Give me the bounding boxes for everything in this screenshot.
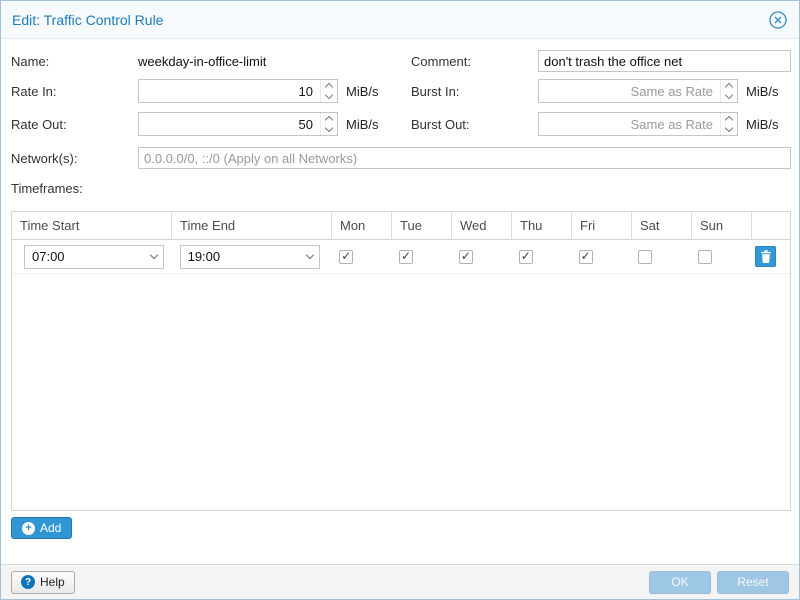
day-cell-tue	[391, 240, 451, 273]
add-button-label: Add	[40, 521, 61, 535]
burst-out-unit: MiB/s	[746, 117, 779, 132]
spinner-down-icon[interactable]	[721, 124, 737, 135]
timeframes-label: Timeframes:	[11, 181, 83, 196]
close-icon	[768, 10, 788, 30]
ok-button[interactable]: OK	[649, 571, 711, 594]
spinner-up-icon[interactable]	[321, 80, 337, 91]
day-cell-wed	[451, 240, 511, 273]
checkbox-sun[interactable]	[698, 250, 712, 264]
burst-in-input[interactable]	[539, 80, 720, 102]
reset-button-label: Reset	[737, 575, 768, 589]
spinner-down-icon[interactable]	[321, 124, 337, 135]
burst-out-input[interactable]	[539, 113, 720, 135]
rate-in-unit: MiB/s	[346, 84, 379, 99]
day-cell-fri	[571, 240, 631, 273]
day-cell-thu	[511, 240, 571, 273]
rate-out-input[interactable]	[139, 113, 320, 135]
dialog-footer: Help OK Reset	[1, 564, 799, 599]
rate-in-spin-buttons	[320, 80, 337, 102]
checkbox-thu[interactable]	[519, 250, 533, 264]
rate-out-spinner	[138, 112, 338, 136]
question-circle-icon	[21, 575, 35, 589]
checkbox-sat[interactable]	[638, 250, 652, 264]
column-header-fri: Fri	[572, 212, 632, 239]
spinner-up-icon[interactable]	[721, 80, 737, 91]
column-header-actions	[752, 212, 790, 239]
burst-out-spinner	[538, 112, 738, 136]
ok-button-label: OK	[671, 575, 688, 589]
time-end-cell: 19:00	[172, 240, 332, 273]
checkbox-tue[interactable]	[399, 250, 413, 264]
edit-traffic-control-rule-dialog: Edit: Traffic Control Rule Name: weekday…	[0, 0, 800, 600]
name-label: Name:	[11, 54, 49, 69]
burst-out-spin-buttons	[720, 113, 737, 135]
dialog-content: Name: weekday-in-office-limit Comment: R…	[1, 39, 799, 564]
delete-row-button[interactable]	[755, 246, 776, 267]
rate-in-input[interactable]	[139, 80, 320, 102]
timeframes-table: Time Start Time End Mon Tue Wed Thu Fri …	[11, 211, 791, 511]
spinner-up-icon[interactable]	[721, 113, 737, 124]
spinner-down-icon[interactable]	[321, 91, 337, 102]
dialog-titlebar: Edit: Traffic Control Rule	[1, 1, 799, 39]
close-button[interactable]	[768, 10, 788, 30]
time-end-combo[interactable]: 19:00	[180, 245, 320, 269]
time-start-combo[interactable]: 07:00	[24, 245, 164, 269]
checkbox-wed[interactable]	[459, 250, 473, 264]
spinner-down-icon[interactable]	[721, 91, 737, 102]
rate-in-label: Rate In:	[11, 84, 57, 99]
burst-in-unit: MiB/s	[746, 84, 779, 99]
time-start-value: 07:00	[25, 249, 145, 264]
checkbox-mon[interactable]	[339, 250, 353, 264]
reset-button[interactable]: Reset	[717, 571, 789, 594]
column-header-thu: Thu	[512, 212, 572, 239]
column-header-time-end: Time End	[172, 212, 332, 239]
comment-input[interactable]	[538, 50, 791, 72]
burst-in-spinner	[538, 79, 738, 103]
rate-in-spinner	[138, 79, 338, 103]
column-header-sun: Sun	[692, 212, 752, 239]
day-cell-sat	[630, 240, 690, 273]
rate-out-unit: MiB/s	[346, 117, 379, 132]
column-header-tue: Tue	[392, 212, 452, 239]
column-header-time-start: Time Start	[12, 212, 172, 239]
burst-in-spin-buttons	[720, 80, 737, 102]
help-button[interactable]: Help	[11, 571, 75, 594]
row-actions-cell	[750, 240, 790, 273]
plus-circle-icon	[22, 522, 35, 535]
column-header-sat: Sat	[632, 212, 692, 239]
timeframes-table-header: Time Start Time End Mon Tue Wed Thu Fri …	[12, 212, 790, 240]
checkbox-fri[interactable]	[579, 250, 593, 264]
rate-out-spin-buttons	[320, 113, 337, 135]
day-cell-sun	[690, 240, 750, 273]
spinner-up-icon[interactable]	[321, 113, 337, 124]
networks-field-wrap	[138, 147, 791, 169]
burst-out-label: Burst Out:	[411, 117, 470, 132]
add-button[interactable]: Add	[11, 517, 72, 539]
help-button-label: Help	[40, 575, 65, 589]
time-start-cell: 07:00	[12, 240, 172, 273]
comment-field-wrap	[538, 50, 791, 72]
chevron-down-icon[interactable]	[145, 255, 163, 258]
networks-label: Network(s):	[11, 151, 77, 166]
name-value: weekday-in-office-limit	[138, 54, 266, 69]
timeframe-row: 07:00 19:00	[12, 240, 790, 274]
column-header-wed: Wed	[452, 212, 512, 239]
trash-icon	[760, 250, 772, 263]
comment-label: Comment:	[411, 54, 471, 69]
column-header-mon: Mon	[332, 212, 392, 239]
dialog-title: Edit: Traffic Control Rule	[12, 12, 163, 28]
time-end-value: 19:00	[181, 249, 301, 264]
burst-in-label: Burst In:	[411, 84, 459, 99]
rate-out-label: Rate Out:	[11, 117, 67, 132]
day-cell-mon	[331, 240, 391, 273]
networks-input[interactable]	[138, 147, 791, 169]
chevron-down-icon[interactable]	[301, 255, 319, 258]
